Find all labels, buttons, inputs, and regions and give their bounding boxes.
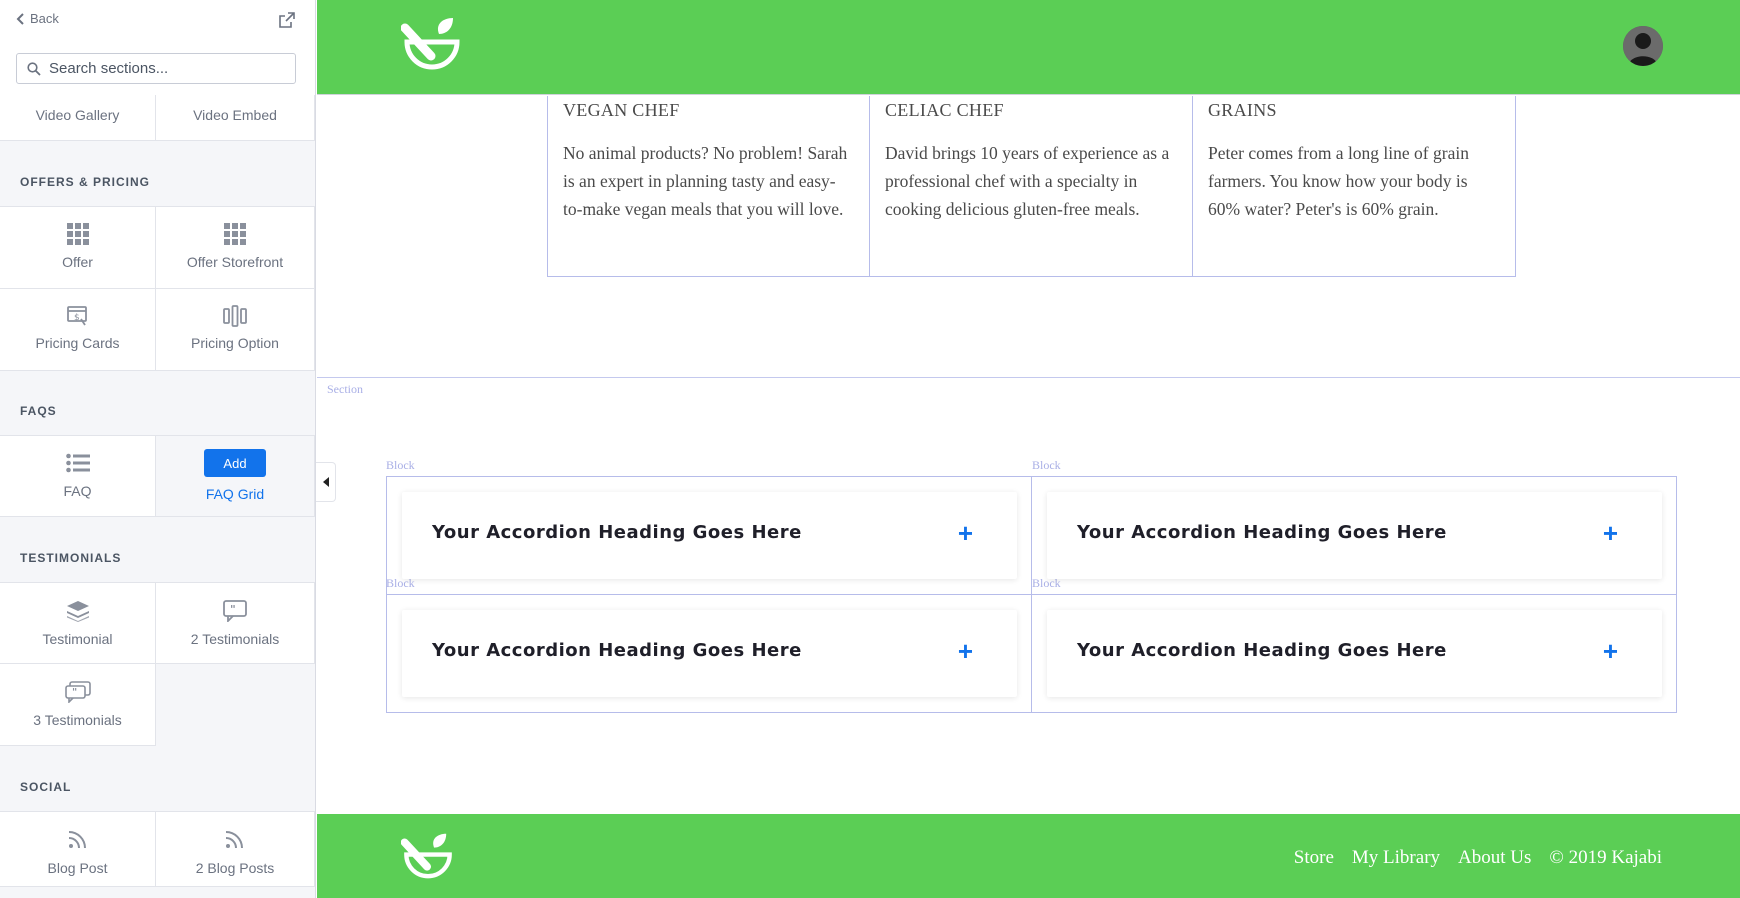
heading-testimonials: TESTIMONIALS [20, 551, 122, 565]
tile-label: Offer [62, 254, 93, 270]
tile-label: Pricing Cards [35, 335, 120, 351]
svg-text:": " [230, 603, 236, 616]
accordion-item[interactable]: Your Accordion Heading Goes Here + [1047, 610, 1662, 697]
back-link[interactable]: Back [16, 11, 59, 26]
tile-label: 2 Testimonials [190, 631, 280, 647]
column-text: No animal products? No problem! Sarah is… [563, 143, 848, 219]
mortar-leaf-logo-icon[interactable] [400, 16, 463, 81]
quote-bubbles-icon: " [0, 681, 155, 703]
collapse-sidebar-button[interactable] [316, 462, 336, 502]
tile-label: Pricing Option [191, 335, 279, 351]
footer-nav: Store My Library About Us © 2019 Kajabi [1294, 847, 1662, 869]
accordion-heading: Your Accordion Heading Goes Here [1077, 640, 1447, 661]
grid-icon [156, 223, 314, 245]
rss-icon [0, 829, 155, 849]
svg-text:$: $ [74, 313, 80, 323]
column-text: David brings 10 years of experience as a… [885, 143, 1170, 219]
tile-faq-grid[interactable]: Add FAQ Grid [156, 435, 315, 517]
tile-pricing-option[interactable]: Pricing Option [156, 289, 315, 371]
chevron-left-icon [16, 12, 24, 25]
add-button[interactable]: Add [204, 449, 266, 477]
sidebar-header: Back [0, 0, 315, 95]
section-sidebar: Video Gallery Video Embed OFFERS & PRICI… [0, 0, 316, 898]
external-link-icon[interactable] [279, 12, 295, 28]
accordion-heading: Your Accordion Heading Goes Here [432, 522, 802, 543]
tile-testimonial[interactable]: Testimonial [0, 582, 156, 664]
list-icon [0, 453, 155, 473]
tile-2-testimonials[interactable]: " 2 Testimonials [156, 582, 315, 664]
section-tag[interactable]: Section [327, 382, 363, 397]
block-tag[interactable]: Block [386, 458, 415, 473]
plus-icon[interactable]: + [1603, 638, 1618, 664]
search-icon [27, 61, 41, 76]
plus-icon[interactable]: + [958, 520, 973, 546]
accordion-heading: Your Accordion Heading Goes Here [432, 640, 802, 661]
tile-label: FAQ [63, 483, 92, 499]
tile-label: Testimonial [42, 631, 113, 647]
layers-icon [0, 600, 155, 622]
column-title: CELIAC CHEF [885, 100, 1004, 120]
back-label: Back [30, 11, 59, 26]
search-field[interactable] [16, 53, 296, 84]
accordion-heading: Your Accordion Heading Goes Here [1077, 522, 1447, 543]
tile-2-blog-posts[interactable]: 2 Blog Posts [156, 811, 315, 887]
page-preview: VEGAN CHEF No animal products? No proble… [317, 0, 1740, 898]
column-text: Peter comes from a long line of grain fa… [1208, 143, 1469, 219]
plus-icon[interactable]: + [1603, 520, 1618, 546]
tile-label: 2 Blog Posts [195, 860, 275, 876]
svg-text:": " [72, 687, 77, 698]
tile-label: FAQ Grid [205, 486, 265, 502]
block-tag[interactable]: Block [1032, 458, 1061, 473]
tile-label: Video Embed [193, 107, 277, 123]
search-input[interactable] [49, 60, 269, 77]
avatar[interactable] [1623, 26, 1663, 66]
column-vegan-chef[interactable]: VEGAN CHEF No animal products? No proble… [547, 96, 870, 277]
tile-label: Offer Storefront [186, 254, 284, 270]
tile-pricing-cards[interactable]: $ Pricing Cards [0, 289, 156, 371]
column-celiac-chef[interactable]: CELIAC CHEF David brings 10 years of exp… [869, 96, 1193, 277]
section-divider [317, 377, 1740, 378]
site-footer: Store My Library About Us © 2019 Kajabi [317, 814, 1740, 898]
heading-offers-pricing: OFFERS & PRICING [20, 175, 151, 189]
heading-faqs: FAQS [20, 404, 57, 418]
column-title: GRAINS [1208, 100, 1277, 120]
tile-label: Video Gallery [35, 107, 120, 123]
footer-copyright: © 2019 Kajabi [1549, 847, 1662, 868]
tile-3-testimonials[interactable]: " 3 Testimonials [0, 664, 156, 746]
tile-label: Blog Post [47, 860, 108, 876]
tile-faq[interactable]: FAQ [0, 435, 156, 517]
site-header [317, 0, 1740, 95]
rss-icon [156, 829, 314, 849]
grid-icon [0, 223, 155, 245]
footer-link-store[interactable]: Store [1294, 847, 1334, 869]
column-grains[interactable]: GRAINS Peter comes from a long line of g… [1192, 96, 1516, 277]
tile-blog-post[interactable]: Blog Post [0, 811, 156, 887]
column-title: VEGAN CHEF [563, 100, 680, 120]
accordion-item[interactable]: Your Accordion Heading Goes Here + [1047, 492, 1662, 579]
quote-bubble-icon: " [156, 600, 314, 622]
pricing-card-icon: $ [0, 305, 155, 327]
footer-link-about-us[interactable]: About Us [1458, 847, 1531, 869]
accordion-item[interactable]: Your Accordion Heading Goes Here + [402, 610, 1017, 697]
plus-icon[interactable]: + [958, 638, 973, 664]
tile-label: 3 Testimonials [33, 712, 122, 728]
heading-social: SOCIAL [20, 780, 72, 794]
columns-icon [156, 305, 314, 327]
footer-link-my-library[interactable]: My Library [1352, 847, 1440, 869]
accordion-item[interactable]: Your Accordion Heading Goes Here + [402, 492, 1017, 579]
tile-offer-storefront[interactable]: Offer Storefront [156, 206, 315, 289]
caret-left-icon [322, 477, 329, 487]
mortar-leaf-logo-icon[interactable] [400, 832, 455, 889]
tile-offer[interactable]: Offer [0, 206, 156, 289]
